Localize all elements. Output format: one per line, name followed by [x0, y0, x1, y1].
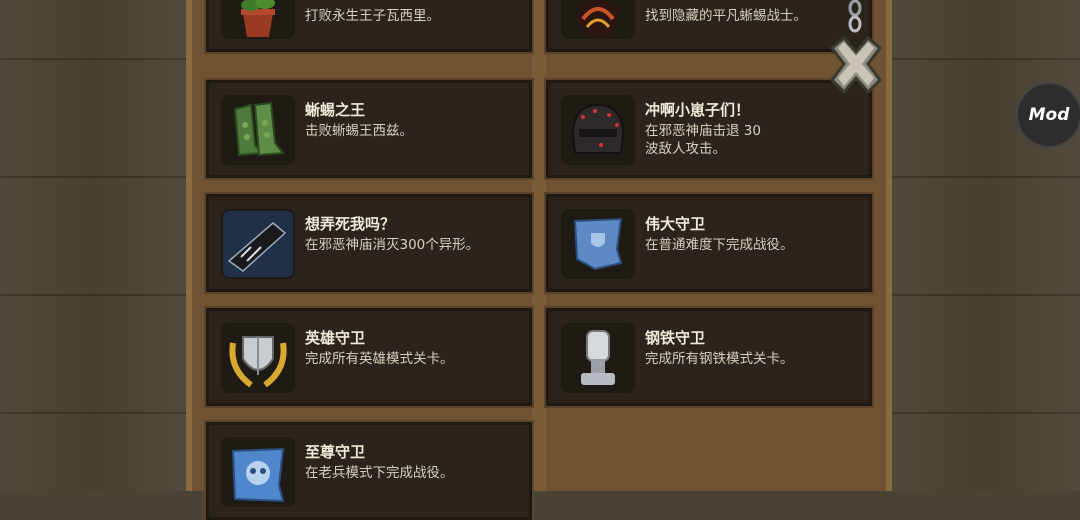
achievement-card[interactable]: 伟大守卫 在普通难度下完成战役。	[546, 194, 872, 292]
achievements-board: 打败永生王子瓦西里。 找到隐藏的平凡蜥蜴战士。 蜥蜴之王 击败蜥蜴王西兹。 冲啊…	[186, 0, 892, 520]
achievement-desc: 完成所有钢铁模式关卡。	[645, 351, 794, 367]
blue-banner-shield-icon	[561, 209, 635, 279]
achievement-card[interactable]: 至尊守卫 在老兵模式下完成战役。	[206, 422, 532, 520]
achievement-title: 蜥蜴之王	[305, 101, 366, 119]
achievement-desc: 在邪恶神庙消灭300个异形。	[305, 237, 480, 253]
achievement-desc: 打败永生王子瓦西里。	[305, 8, 440, 24]
achievement-title: 英雄守卫	[305, 329, 366, 347]
achievement-desc: 完成所有英雄模式关卡。	[305, 351, 454, 367]
mod-button[interactable]: Mod	[1018, 84, 1080, 146]
achievement-card[interactable]: 英雄守卫 完成所有英雄模式关卡。	[206, 308, 532, 406]
achievement-desc: 在老兵模式下完成战役。	[305, 465, 454, 481]
potted-plant-icon	[221, 0, 295, 39]
achievement-desc: 击败蜥蜴王西兹。	[305, 123, 413, 139]
lizard-warrior-icon	[561, 0, 635, 39]
achievement-card[interactable]: 打败永生王子瓦西里。	[206, 0, 532, 52]
achievement-title: 冲啊小崽子们！	[645, 101, 751, 119]
right-wood-background	[892, 0, 1080, 491]
close-button[interactable]	[822, 34, 890, 100]
chain-decoration	[843, 0, 867, 36]
achievement-title: 伟大守卫	[645, 215, 706, 233]
dark-helmet-icon	[561, 95, 635, 165]
achievement-desc: 在普通难度下完成战役。	[645, 237, 794, 253]
skull-banner-icon	[221, 437, 295, 507]
left-wood-background	[0, 0, 186, 491]
achievement-card[interactable]: 想弄死我吗？ 在邪恶神庙消灭300个异形。	[206, 194, 532, 292]
achievement-desc: 在邪恶神庙击退 30 波敌人攻击。	[645, 123, 761, 157]
gun-icon	[221, 209, 295, 279]
iron-fist-trophy-icon	[561, 323, 635, 393]
achievement-title: 至尊守卫	[305, 443, 366, 461]
achievement-desc: 找到隐藏的平凡蜥蜴战士。	[645, 8, 807, 24]
achievement-title: 想弄死我吗？	[305, 215, 396, 233]
close-icon	[829, 35, 883, 95]
achievement-title: 钢铁守卫	[645, 329, 706, 347]
board-divider	[532, 0, 546, 491]
achievement-card[interactable]: 钢铁守卫 完成所有钢铁模式关卡。	[546, 308, 872, 406]
achievement-card[interactable]: 蜥蜴之王 击败蜥蜴王西兹。	[206, 80, 532, 178]
laurel-shield-icon	[221, 323, 295, 393]
scaly-boots-icon	[221, 95, 295, 165]
